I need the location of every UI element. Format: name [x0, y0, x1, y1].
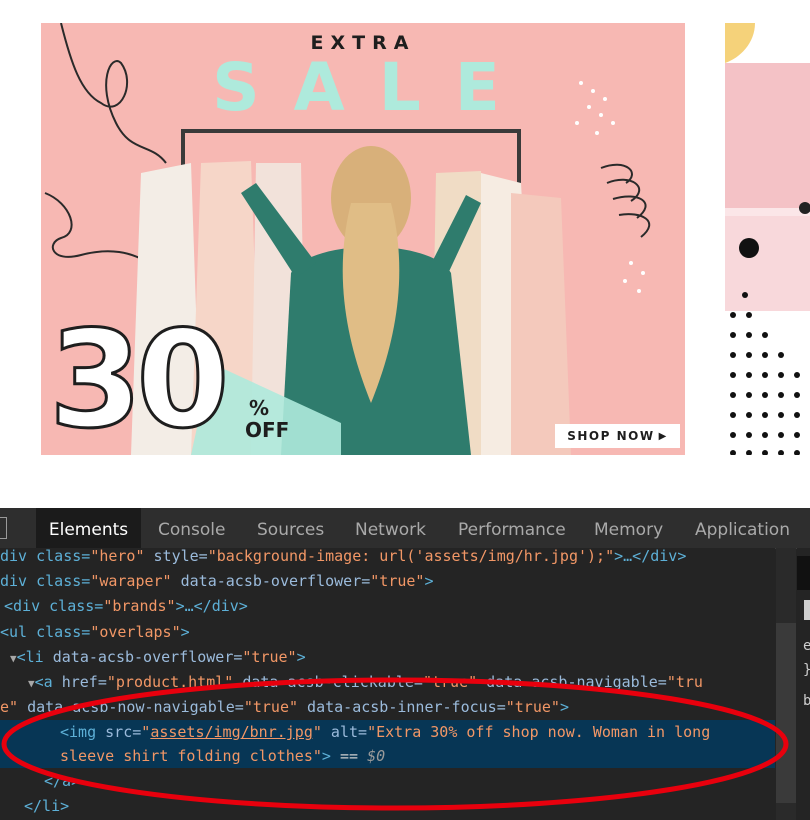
banner-percent-sign: % [249, 396, 270, 420]
attr-value: " [312, 723, 322, 741]
play-arrow-icon: ▶ [658, 430, 668, 442]
attr-value: "hero" [90, 548, 145, 565]
tag-close: > [424, 572, 434, 590]
tag-close: >…</div> [175, 597, 248, 615]
attr-value: "true" [242, 648, 297, 666]
attr-value: "tru [666, 673, 703, 691]
attr-name: data-acsb-overflower= [43, 648, 243, 666]
attr-value: "brands" [103, 597, 176, 615]
tag-close: > [559, 698, 569, 716]
tab-application[interactable]: Application [695, 508, 790, 548]
banner-sale-text: SALE [212, 49, 534, 126]
tag-open: div class= [0, 572, 91, 590]
styles-pane-text: e [803, 638, 810, 654]
attr-name: style= [144, 548, 208, 565]
elements-dom-tree[interactable]: div class="hero" style="background-image… [0, 548, 775, 820]
devtools-tab-bar: Elements Console Sources Network Perform… [0, 508, 810, 549]
attr-value: "true" [243, 698, 299, 716]
expand-triangle-icon[interactable]: ▼ [28, 677, 35, 690]
attr-name: src= [96, 723, 142, 741]
styles-pane-text: b [803, 693, 810, 709]
shop-now-button[interactable]: SHOP NOW ▶ [555, 424, 680, 448]
dock-icon[interactable] [0, 517, 7, 539]
attr-value: "product.html" [106, 673, 234, 691]
tag-open: <li [16, 648, 44, 666]
attr-value: "waraper" [90, 572, 172, 590]
tag-open: <a [34, 673, 53, 691]
attr-value: "overlaps" [90, 623, 181, 641]
dom-node-img-selected[interactable]: <img src="assets/img/bnr.jpg" alt="Extra… [0, 720, 775, 744]
dom-node-img-selected-continued[interactable]: sleeve shirt folding clothes"> == $0 [0, 744, 775, 768]
dom-node-waraper[interactable]: div class="waraper" data-acsb-overflower… [0, 569, 775, 593]
attr-value: "true" [505, 698, 560, 716]
attr-name: data-acsb-navigable= [477, 673, 667, 691]
styles-pane-text: } [803, 662, 810, 678]
banner-off-text: OFF [245, 418, 290, 442]
tag-close: > [321, 747, 331, 765]
attr-name: data-acsb-inner-focus= [298, 698, 506, 716]
tag-open: <div class= [4, 597, 104, 615]
tag-close: </li> [24, 797, 70, 815]
selected-node-ref: $0 [367, 747, 386, 765]
tag-open: div class= [0, 548, 91, 565]
second-banner-image[interactable] [725, 23, 810, 455]
tab-memory[interactable]: Memory [594, 508, 663, 548]
attr-value: "true" [422, 673, 478, 691]
dom-node-overlaps[interactable]: <ul class="overlaps"> [0, 620, 775, 644]
dom-node-li[interactable]: ▼<li data-acsb-overflower="true"> [0, 645, 775, 669]
attr-name: data-acsb-now-navigable= [18, 698, 244, 716]
dom-node-a[interactable]: ▼<a href="product.html" data-acsb-clicka… [0, 670, 775, 694]
attr-name: href= [52, 673, 107, 691]
tab-elements[interactable]: Elements [36, 508, 141, 548]
dom-node-a-close[interactable]: </a> [0, 769, 775, 793]
sale-banner-link[interactable]: EXTRA SALE 30 % OFF SHOP NOW ▶ [41, 23, 685, 455]
attr-name: data-acsb-overflower= [171, 572, 371, 590]
second-banner-art [725, 23, 810, 455]
attr-name: alt= [321, 723, 368, 741]
dom-node-brands[interactable]: <div class="brands">…</div> [0, 594, 775, 618]
tab-performance[interactable]: Performance [458, 508, 566, 548]
tag-open: <ul class= [0, 623, 91, 641]
styles-pane-header [797, 556, 810, 590]
attr-name: data-acsb-clickable= [233, 673, 423, 691]
attr-value: " [141, 723, 151, 741]
img-src-link[interactable]: assets/img/bnr.jpg [150, 723, 313, 741]
tab-console[interactable]: Console [158, 508, 226, 548]
tag-close: > [180, 623, 190, 641]
devtools-panel: Elements Console Sources Network Perform… [0, 508, 810, 820]
shop-now-label: SHOP NOW [567, 429, 655, 443]
dom-tree-scrollbar-thumb[interactable] [776, 623, 796, 803]
styles-pane-cursor [804, 600, 810, 620]
attr-value: "background-image: url('assets/img/hr.jp… [207, 548, 615, 565]
attr-value: e" [0, 698, 19, 716]
attr-value: sleeve shirt folding clothes" [60, 747, 322, 765]
tag-open: <img [60, 723, 97, 741]
tab-sources[interactable]: Sources [257, 508, 324, 548]
tag-close: > [296, 648, 306, 666]
expand-triangle-icon[interactable]: ▼ [10, 652, 17, 665]
tag-close: >…</div> [614, 548, 687, 565]
dom-node-a-continued[interactable]: e" data-acsb-now-navigable="true" data-a… [0, 695, 775, 719]
tag-close: </a> [44, 772, 81, 790]
attr-value: "true" [370, 572, 425, 590]
selected-equals: == [330, 747, 368, 765]
dom-node-li-close[interactable]: </li> [0, 794, 775, 818]
banner-discount-number: 30 [47, 302, 231, 455]
dom-node-hero[interactable]: div class="hero" style="background-image… [0, 548, 775, 568]
attr-value: "Extra 30% off shop now. Woman in long [367, 723, 711, 741]
tab-network[interactable]: Network [355, 508, 426, 548]
